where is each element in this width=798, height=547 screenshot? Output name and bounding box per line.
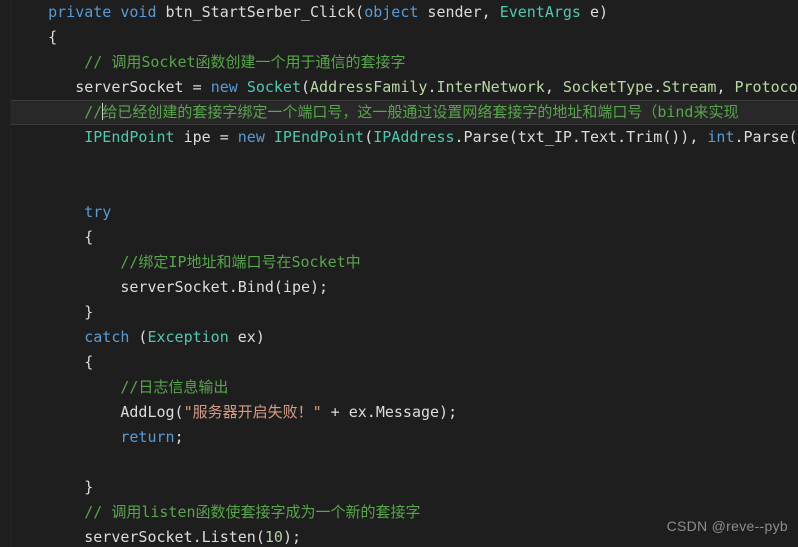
code-token-pln: ,	[716, 78, 735, 96]
code-line[interactable]: IPEndPoint ipe = new IPEndPoint(IPAddres…	[0, 125, 798, 150]
code-token-enm: AddressFamily	[310, 78, 428, 96]
code-token-enm: Stream	[662, 78, 717, 96]
code-token-pln: (	[364, 128, 374, 146]
code-line[interactable]	[0, 450, 798, 475]
code-token-kw: int	[707, 128, 735, 146]
code-token-pln: {	[12, 228, 94, 246]
code-editor[interactable]: private void btn_StartSerber_Click(objec…	[0, 0, 798, 547]
code-token-cmt: //绑定IP地址和端口号在Socket中	[120, 253, 361, 271]
code-token-pln: (	[129, 328, 148, 346]
code-line-current[interactable]: //给已经创建的套接字绑定一个端口号，这一般通过设置网络套接字的地址和端口号（b…	[0, 100, 798, 125]
code-token-pln: );	[282, 528, 301, 546]
csdn-watermark: CSDN @reve--pyb	[666, 518, 788, 534]
code-token-typ: IPEndPoint	[84, 128, 175, 146]
code-line[interactable]: {	[0, 225, 798, 250]
code-token-kw: new	[210, 78, 238, 96]
code-token-pln: {	[12, 28, 58, 46]
code-token-kw: private	[48, 3, 112, 21]
code-token-pln	[265, 128, 274, 146]
code-token-pln: .Parse(txt_Po	[734, 128, 798, 146]
code-line[interactable]	[0, 150, 798, 175]
code-token-pln: serverSocket	[12, 78, 193, 96]
code-token-kw: return	[120, 428, 175, 446]
code-token-pln: e)	[580, 3, 609, 21]
code-token-kw: try	[84, 203, 112, 221]
code-token-pln	[12, 103, 84, 121]
code-token-pln	[12, 128, 84, 146]
code-token-pln	[12, 3, 48, 21]
code-line[interactable]: {	[0, 25, 798, 50]
code-token-pln: .	[653, 78, 663, 96]
code-token-kw: new	[237, 128, 265, 146]
code-token-pln: {	[12, 353, 94, 371]
code-line[interactable]: //日志信息输出	[0, 375, 798, 400]
code-token-kw: void	[120, 3, 157, 21]
code-line[interactable]: //绑定IP地址和端口号在Socket中	[0, 250, 798, 275]
code-token-pln: }	[12, 303, 94, 321]
code-line[interactable]: serverSocket.Bind(ipe);	[0, 275, 798, 300]
code-line[interactable]: private void btn_StartSerber_Click(objec…	[0, 0, 798, 25]
code-token-cmt: //日志信息输出	[120, 378, 229, 396]
code-token-cmt: // 调用Socket函数创建一个用于通信的套接字	[84, 53, 406, 71]
code-token-pln	[12, 328, 84, 346]
code-line[interactable]: // 调用Socket函数创建一个用于通信的套接字	[0, 50, 798, 75]
code-token-cmt: // 调用listen函数使套接字成为一个新的套接字	[84, 503, 421, 521]
code-token-typ: EventArgs	[499, 3, 581, 21]
code-token-pln: ,	[544, 78, 563, 96]
code-token-typ: IPEndPoint	[273, 128, 365, 146]
code-token-pln: AddLog(	[12, 403, 184, 421]
code-token-pln: btn_StartSerber_Click(	[156, 3, 365, 21]
code-token-pln: + ex.Message);	[321, 403, 458, 421]
code-token-typ: IPAddress	[373, 128, 455, 146]
code-token-pln: sender,	[418, 3, 500, 21]
code-token-typ: Socket	[246, 78, 301, 96]
code-content[interactable]: private void btn_StartSerber_Click(objec…	[0, 0, 798, 547]
code-token-pln: serverSocket.Bind(ipe);	[12, 278, 329, 296]
code-token-typ: Exception	[147, 328, 229, 346]
code-token-num: 10	[264, 528, 283, 546]
code-line[interactable]: }	[0, 300, 798, 325]
code-token-pln	[12, 503, 84, 521]
code-token-pln: ;	[174, 428, 184, 446]
code-line[interactable]	[0, 175, 798, 200]
code-token-pln: (	[301, 78, 311, 96]
code-token-pln: }	[12, 478, 94, 496]
code-line[interactable]: catch (Exception ex)	[0, 325, 798, 350]
code-token-pln: .Parse(txt_IP.Text.Trim()),	[454, 128, 708, 146]
code-token-pln: ex)	[228, 328, 265, 346]
code-token-enm: InterNetwork	[436, 78, 545, 96]
code-line[interactable]: try	[0, 200, 798, 225]
code-token-str: "服务器开启失败！"	[183, 403, 322, 421]
code-token-cmt: //	[84, 103, 103, 121]
code-token-cmt: 给已经创建的套接字绑定一个端口号，这一般通过设置网络套接字的地址和端口号（bin…	[102, 103, 739, 121]
code-token-kw: object	[364, 3, 419, 21]
code-line[interactable]: return;	[0, 425, 798, 450]
code-token-pln	[12, 428, 120, 446]
code-token-pln	[12, 203, 84, 221]
code-token-enm: SocketType	[562, 78, 654, 96]
code-token-pln	[12, 53, 84, 71]
code-token-pln	[238, 78, 247, 96]
code-line[interactable]: AddLog("服务器开启失败！" + ex.Message);	[0, 400, 798, 425]
code-line[interactable]: {	[0, 350, 798, 375]
code-line[interactable]: }	[0, 475, 798, 500]
code-token-enm: ProtocolType	[734, 78, 798, 96]
code-token-pln: =	[192, 78, 211, 96]
code-token-kw: catch	[84, 328, 130, 346]
code-token-pln	[12, 253, 120, 271]
code-token-pln	[12, 378, 120, 396]
code-token-pln: ipe =	[174, 128, 238, 146]
editor-selection-margin[interactable]	[0, 0, 11, 547]
code-token-pln: serverSocket.Listen(	[12, 528, 265, 546]
code-line[interactable]: serverSocket = new Socket(AddressFamily.…	[0, 75, 798, 100]
